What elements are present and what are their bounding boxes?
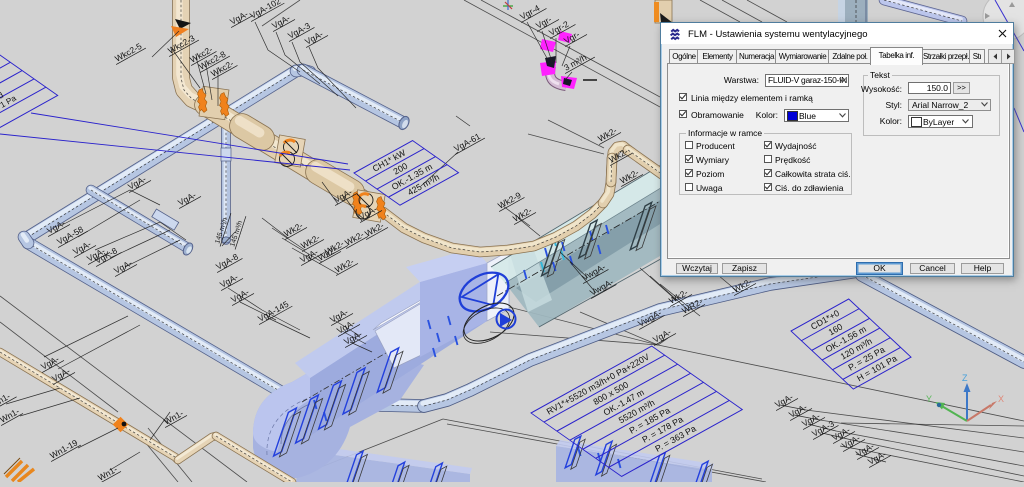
svg-text:Y: Y bbox=[926, 394, 932, 404]
svg-text:Z: Z bbox=[962, 373, 968, 383]
svg-text:X: X bbox=[998, 394, 1004, 404]
